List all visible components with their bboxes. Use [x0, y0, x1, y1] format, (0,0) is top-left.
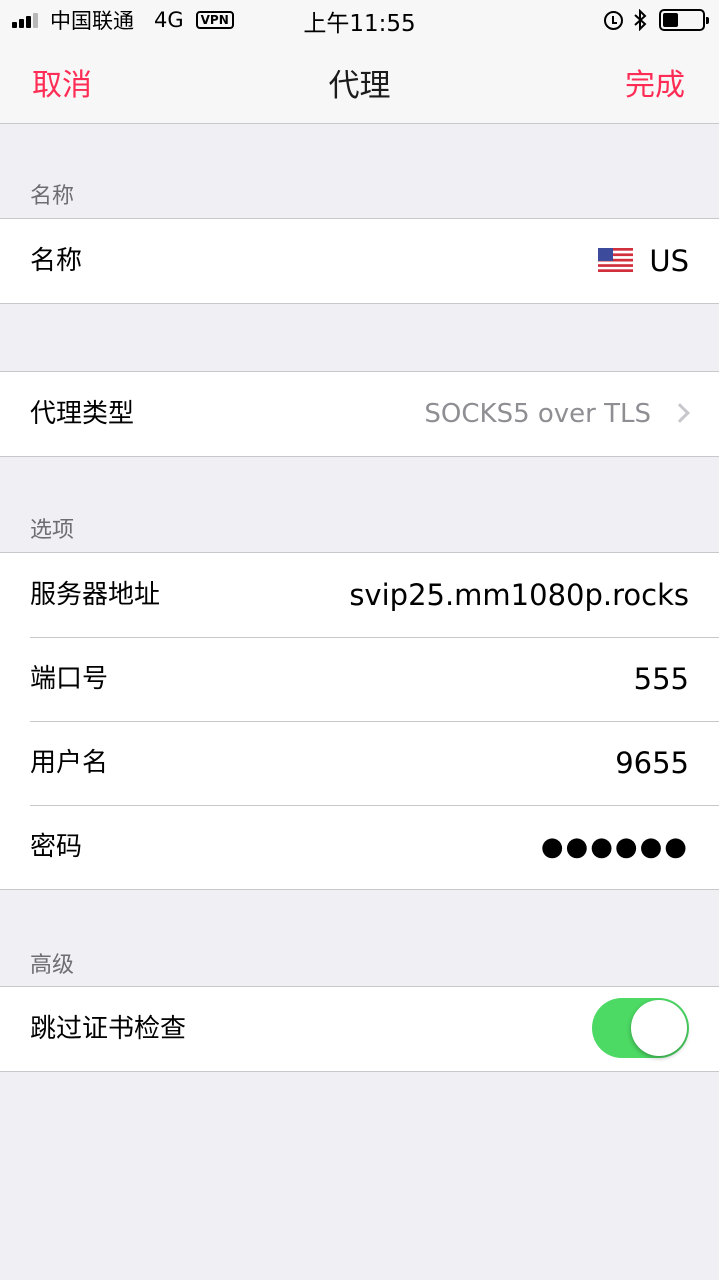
name-row[interactable]: 名称 US: [0, 219, 719, 303]
skip-cert-check-label: 跳过证书检查: [30, 1014, 187, 1044]
cancel-button[interactable]: 取消: [32, 60, 92, 104]
toggle-knob[interactable]: [631, 1000, 687, 1056]
username-value[interactable]: 9655: [615, 721, 689, 805]
section-header-name: 名称: [30, 184, 75, 209]
us-flag-icon: [598, 248, 633, 272]
proxy-type-row[interactable]: 代理类型 SOCKS5 over TLS: [0, 372, 719, 456]
bluetooth-icon: [634, 9, 647, 31]
password-value[interactable]: ●●●●●●: [541, 805, 689, 889]
port-label: 端口号: [30, 664, 109, 694]
name-value: US: [649, 244, 689, 278]
username-row[interactable]: 用户名 9655: [0, 721, 719, 805]
username-label: 用户名: [30, 748, 109, 778]
done-button[interactable]: 完成: [625, 60, 685, 104]
server-address-value[interactable]: svip25.mm1080p.rocks: [349, 553, 689, 637]
section-header-options: 选项: [30, 518, 75, 543]
proxy-type-value: SOCKS5 over TLS: [424, 399, 651, 429]
navigation-bar: 取消 代理 完成: [0, 40, 719, 124]
skip-cert-check-toggle[interactable]: [592, 998, 689, 1058]
skip-cert-check-row: 跳过证书检查: [0, 987, 719, 1071]
password-label: 密码: [30, 832, 83, 862]
server-address-row[interactable]: 服务器地址 svip25.mm1080p.rocks: [0, 553, 719, 637]
name-group: 名称 US: [0, 218, 719, 304]
port-row[interactable]: 端口号 555: [0, 637, 719, 721]
server-address-label: 服务器地址: [30, 580, 161, 610]
proxy-settings-screen: 中国联通 4G VPN 上午11:55 取消 代理 完成 名称 名称 US 代理…: [0, 0, 719, 1280]
chevron-right-icon: [670, 403, 690, 423]
proxy-type-label: 代理类型: [30, 399, 135, 429]
page-title: 代理: [328, 68, 391, 104]
proxy-type-group: 代理类型 SOCKS5 over TLS: [0, 371, 719, 457]
port-value[interactable]: 555: [634, 637, 689, 721]
name-label: 名称: [30, 246, 83, 276]
password-row[interactable]: 密码 ●●●●●●: [0, 805, 719, 889]
section-header-advanced: 高级: [30, 953, 75, 978]
alarm-icon: [604, 10, 623, 30]
battery-icon: [659, 9, 709, 31]
options-group: 服务器地址 svip25.mm1080p.rocks 端口号 555 用户名 9…: [0, 552, 719, 890]
status-bar: 中国联通 4G VPN 上午11:55: [0, 0, 719, 40]
advanced-group: 跳过证书检查: [0, 986, 719, 1072]
status-right: [604, 7, 709, 33]
